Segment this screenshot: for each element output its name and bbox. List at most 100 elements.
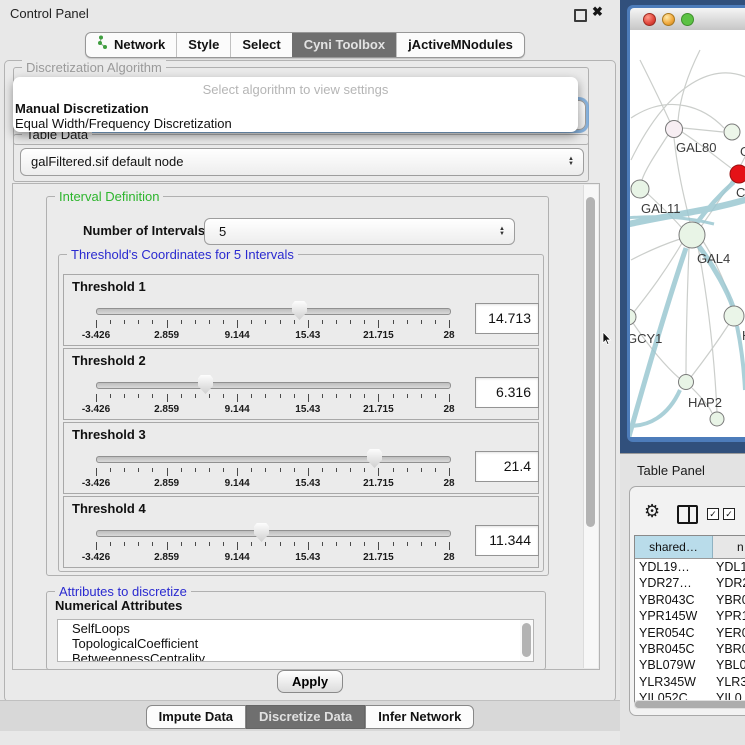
threshold-1-slider-thumb[interactable] [292, 301, 307, 320]
dropdown-placeholder: Select algorithm to view settings [13, 82, 578, 97]
table-cell[interactable]: YDR27… [635, 575, 712, 591]
table-cell[interactable]: YLR345W [635, 674, 712, 690]
cyni-toolbox-panel: Discretization Algorithm Table Data galF… [4, 60, 616, 702]
node-circle[interactable] [724, 124, 740, 140]
dropdown-option-manual-discretization[interactable]: Manual Discretization [13, 101, 578, 116]
panel-scrollbar[interactable] [583, 185, 598, 668]
settings-scroll-area: Interval Definition Number of Intervals … [12, 183, 600, 670]
threshold-4-slider[interactable] [96, 530, 451, 537]
tick-mark [124, 542, 125, 546]
list-item[interactable]: BetweennessCentrality [72, 651, 517, 662]
tick-mark [280, 320, 281, 324]
gear-icon[interactable]: ⚙ [644, 501, 660, 522]
threshold-2-slider[interactable] [96, 382, 451, 389]
num-intervals-combobox[interactable]: 5 ▲▼ [204, 218, 515, 245]
table-cell[interactable]: YPR145W [635, 608, 712, 624]
node-circle-gal80[interactable] [666, 121, 683, 138]
table-cell[interactable]: YBR045C [635, 641, 712, 657]
node-circle-gal11[interactable] [631, 180, 649, 198]
tick-label: 21.715 [363, 478, 394, 489]
columns-icon[interactable] [677, 505, 698, 524]
window-titlebar[interactable] [630, 8, 745, 31]
table-cell[interactable]: YBR0 [712, 641, 745, 657]
threshold-2-value-field[interactable]: 6.316 [475, 377, 539, 408]
table-row[interactable]: YER054CYER0 [635, 625, 745, 641]
threshold-3-slider[interactable] [96, 456, 451, 463]
list-item[interactable]: SelfLoops [72, 621, 517, 636]
tab-select[interactable]: Select [230, 33, 291, 57]
tick-mark [378, 320, 379, 328]
tick-mark [393, 468, 394, 472]
tick-mark [294, 320, 295, 324]
table-hscrollbar-thumb[interactable] [635, 701, 745, 708]
table-data-combobox[interactable]: galFiltered.sif default node ▲▼ [20, 148, 584, 176]
network-graph[interactable]: GAL80 G C GAL11 GAL4 GCY1 H HAP2 [630, 30, 745, 437]
tick-mark [308, 468, 309, 476]
network-canvas[interactable]: GAL80 G C GAL11 GAL4 GCY1 H HAP2 [630, 30, 745, 437]
tab-network[interactable]: Network [86, 33, 176, 57]
zoom-traffic-light-icon[interactable] [681, 13, 694, 26]
tab-infer-network[interactable]: Infer Network [365, 705, 474, 729]
threshold-3-panel: Threshold 3 -3.4262.8599.14415.4321.7152… [63, 422, 539, 494]
table-cell[interactable]: YPR1 [712, 608, 745, 624]
dropdown-option-equal-width[interactable]: Equal Width/Frequency Discretization [13, 116, 578, 131]
tab-impute-data[interactable]: Impute Data [146, 705, 246, 729]
table-cell[interactable]: YDR2 [712, 575, 745, 591]
threshold-label: Threshold 2 [72, 353, 146, 368]
table-row[interactable]: YBR045CYBR0 [635, 641, 745, 657]
table-cell[interactable]: YBL079W [635, 657, 712, 673]
close-icon[interactable]: ✖ [592, 4, 603, 20]
table-cell[interactable]: YBL0 [712, 657, 745, 673]
table-cell[interactable]: YER054C [635, 625, 712, 641]
node-circle-hap2[interactable] [679, 375, 694, 390]
column-header-name[interactable]: n [713, 536, 745, 558]
tab-label: Cyni Toolbox [304, 33, 385, 57]
panel-scrollbar-thumb[interactable] [586, 197, 595, 527]
tick-mark [449, 320, 450, 328]
threshold-1-value-field[interactable]: 14.713 [475, 303, 539, 334]
node-circle-gal4[interactable] [679, 222, 705, 248]
node-label: HAP2 [688, 395, 722, 410]
table-row[interactable]: YDL19…YDL1 [635, 559, 745, 575]
list-scrollbar-thumb[interactable] [522, 623, 531, 657]
threshold-4-value-field[interactable]: 11.344 [475, 525, 539, 556]
table-cell[interactable]: YER0 [712, 625, 745, 641]
table-hscrollbar[interactable] [634, 700, 745, 709]
checkbox-icon[interactable]: ✓ [707, 508, 719, 520]
tab-jactivemnodules[interactable]: jActiveMNodules [396, 33, 524, 57]
tick-mark [336, 468, 337, 472]
close-traffic-light-icon[interactable] [643, 13, 656, 26]
table-cell[interactable]: YBR043C [635, 592, 712, 608]
tab-cyni-toolbox[interactable]: Cyni Toolbox [292, 33, 396, 57]
float-window-icon[interactable] [574, 9, 587, 22]
threshold-2-slider-thumb[interactable] [198, 375, 213, 394]
tick-mark [237, 542, 238, 550]
table-row[interactable]: YDR27…YDR2 [635, 575, 745, 591]
tab-discretize-data[interactable]: Discretize Data [246, 705, 365, 729]
list-item[interactable]: TopologicalCoefficient [72, 636, 517, 651]
slider-ticks [96, 468, 449, 477]
tick-mark [407, 542, 408, 546]
list-scrollbar[interactable] [520, 620, 533, 661]
apply-button[interactable]: Apply [277, 670, 343, 693]
threshold-1-slider[interactable] [96, 308, 451, 315]
tab-style[interactable]: Style [176, 33, 230, 57]
table-row[interactable]: YLR345WYLR3 [635, 674, 745, 690]
table-cell[interactable]: YLR3 [712, 674, 745, 690]
table-cell[interactable]: YBR0 [712, 592, 745, 608]
checkbox-icon[interactable]: ✓ [723, 508, 735, 520]
table-row[interactable]: YBL079WYBL0 [635, 657, 745, 673]
threshold-3-slider-thumb[interactable] [367, 449, 382, 468]
node-circle[interactable] [710, 412, 724, 426]
table-row[interactable]: YPR145WYPR1 [635, 608, 745, 624]
column-header-shared-name[interactable]: shared… [635, 536, 713, 558]
node-circle-h[interactable] [724, 306, 744, 326]
node-circle-selected[interactable] [730, 165, 745, 183]
threshold-4-slider-thumb[interactable] [254, 523, 269, 542]
table-cell[interactable]: YDL19… [635, 559, 712, 575]
table-cell[interactable]: YDL1 [712, 559, 745, 575]
tick-mark [110, 320, 111, 324]
minimize-traffic-light-icon[interactable] [662, 13, 675, 26]
table-row[interactable]: YBR043CYBR0 [635, 592, 745, 608]
threshold-3-value-field[interactable]: 21.4 [475, 451, 539, 482]
